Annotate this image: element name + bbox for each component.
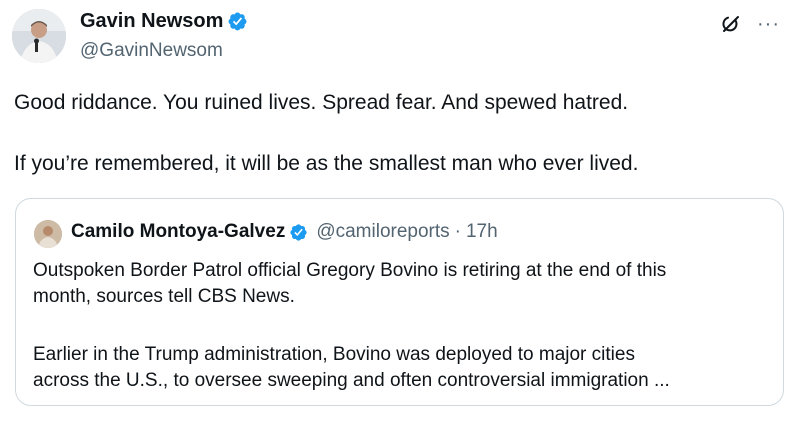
author-name[interactable]: Gavin Newsom [80,10,223,33]
grok-icon[interactable] [719,12,743,36]
quoted-author-handle[interactable]: @camiloreports [316,221,449,243]
more-options-icon[interactable]: ··· [757,14,780,34]
quoted-tweet[interactable]: Camilo Montoya-Galvez @camiloreports · 1… [15,198,784,406]
author-handle[interactable]: @GavinNewsom [80,40,223,62]
quoted-text-line-3: Earlier in the Trump administration, Bov… [33,344,635,365]
quoted-author-name[interactable]: Camilo Montoya-Galvez [71,221,285,243]
verified-badge-icon [290,223,307,241]
author-name-row: Gavin Newsom [80,10,248,33]
quoted-text-line-4: across the U.S., to oversee sweeping and… [33,370,670,391]
quoted-text-line-1: Outspoken Border Patrol official Gregory… [33,260,667,281]
tweet-text-line-2: If you’re remembered, it will be as the … [14,152,639,175]
quoted-header: Camilo Montoya-Galvez @camiloreports · 1… [71,221,498,243]
quoted-timestamp[interactable]: 17h [466,221,498,243]
separator-dot: · [454,221,461,242]
tweet-card[interactable]: Gavin Newsom @GavinNewsom ··· Good ridda… [0,0,800,429]
tweet-text-line-1: Good riddance. You ruined lives. Spread … [14,91,629,114]
tweet-actions-top: ··· [719,12,780,36]
verified-badge-icon [228,12,247,31]
quoted-author-avatar[interactable] [34,220,62,248]
author-avatar[interactable] [12,9,66,63]
quoted-text-line-2: month, sources tell CBS News. [33,286,295,307]
